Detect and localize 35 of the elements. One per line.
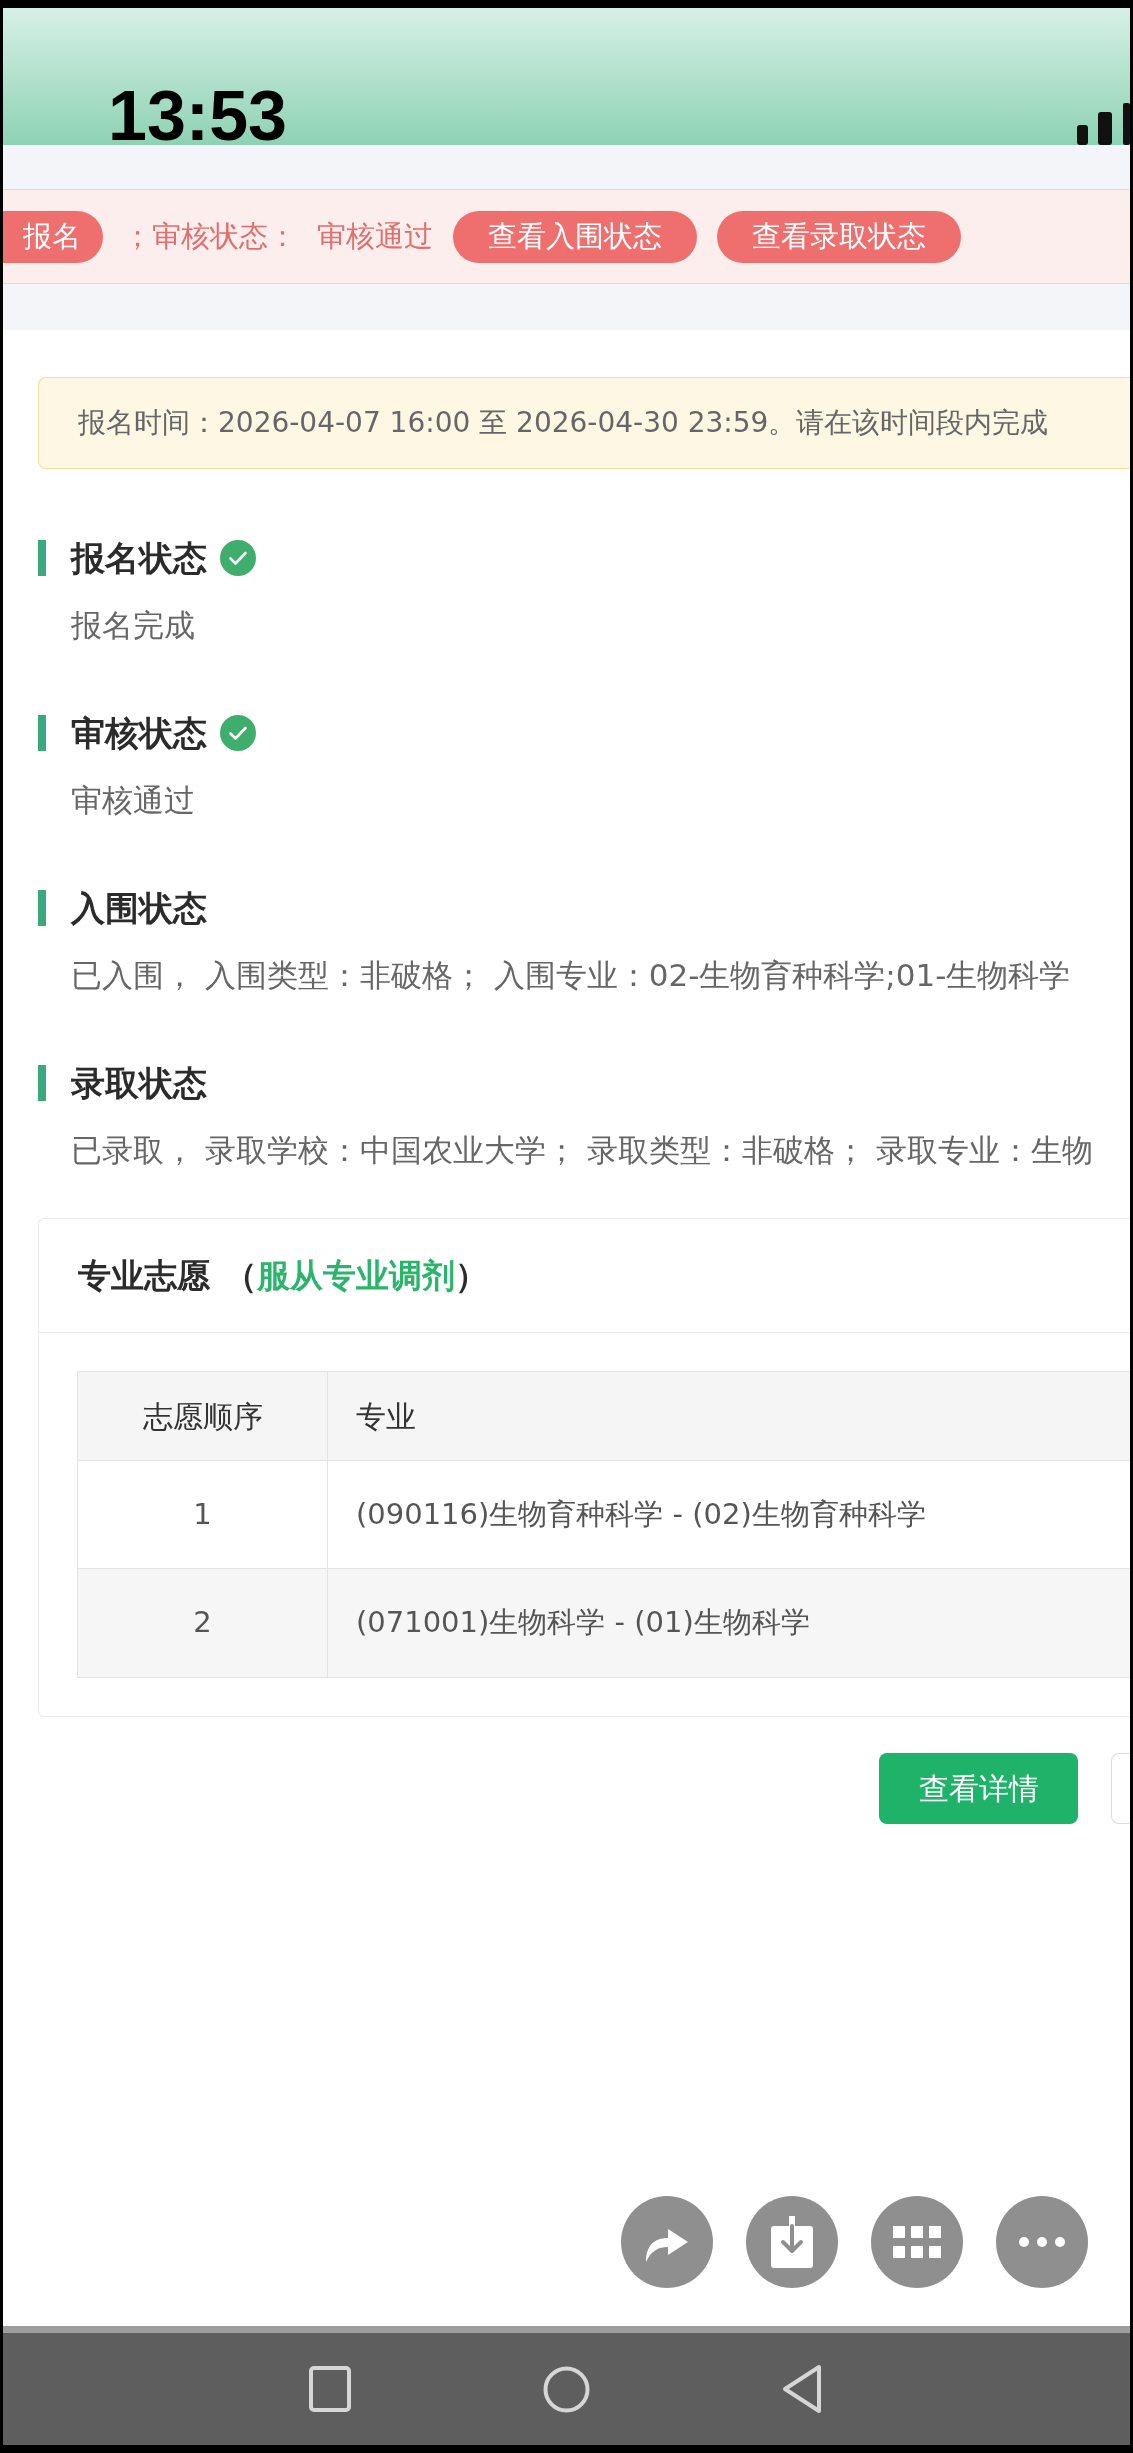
section-title: 报名状态 bbox=[71, 538, 207, 578]
section-value: 已录取， 录取学校：中国农业大学； 录取类型：非破格； 录取专业：生物 bbox=[71, 1132, 1094, 1168]
square-icon[interactable] bbox=[309, 2366, 351, 2412]
accent-bar bbox=[38, 890, 46, 926]
table-cell-text: (090116)生物育种科学 - (02)生物育种科学 bbox=[355, 1495, 927, 1533]
section-value: 已入围， 入围类型：非破格； 入围专业：02-生物育种科学;01-生物科学 bbox=[71, 957, 1072, 993]
more-icon bbox=[1019, 2237, 1065, 2247]
section-title: 入围状态 bbox=[71, 888, 207, 928]
section-value: 审核通过 bbox=[71, 782, 196, 818]
banner-text: ；审核状态： bbox=[123, 217, 297, 255]
column-header: 专业 bbox=[355, 1397, 417, 1436]
view-details-button[interactable]: 查看详情 bbox=[879, 1753, 1078, 1824]
grid-icon bbox=[893, 2226, 941, 2258]
accent-bar bbox=[38, 1065, 46, 1101]
section-title: 审核状态 bbox=[71, 713, 207, 753]
section-value: 报名完成 bbox=[71, 607, 196, 643]
table-cell-text: (071001)生物科学 - (01)生物科学 bbox=[355, 1604, 811, 1642]
circle-icon[interactable] bbox=[543, 2365, 590, 2413]
accent-bar bbox=[38, 540, 46, 576]
view-status-button[interactable]: 查看录取状态 bbox=[717, 210, 961, 263]
table-cell: 2 bbox=[78, 1569, 328, 1677]
status-time: 13:53 bbox=[108, 87, 288, 145]
signal-icon bbox=[1077, 103, 1130, 145]
view-status-button[interactable]: 查看入围状态 bbox=[453, 210, 697, 263]
back-icon[interactable] bbox=[782, 2364, 822, 2414]
column-header: 志愿顺序 bbox=[78, 1372, 328, 1460]
adjustment-note: （服从专业调剂） bbox=[224, 1254, 488, 1297]
status-tag: 报名 bbox=[3, 210, 103, 263]
download-icon bbox=[771, 2216, 813, 2268]
table-cell: 1 bbox=[78, 1461, 328, 1568]
accent-bar bbox=[38, 715, 46, 751]
section-title: 录取状态 bbox=[71, 1063, 207, 1103]
card-title: 专业志愿 bbox=[78, 1254, 210, 1297]
notice-text: 报名时间：2026-04-07 16:00 至 2026-04-30 23:59。请在该时间段内完成 bbox=[78, 405, 1049, 441]
banner-text: 审核通过 bbox=[317, 217, 433, 255]
